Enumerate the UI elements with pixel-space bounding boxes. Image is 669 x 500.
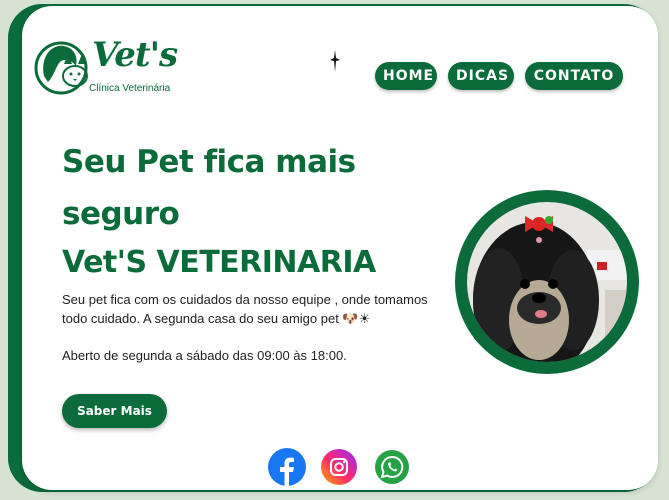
instagram-icon[interactable]: [320, 448, 358, 486]
hero-title-line2: seguro: [62, 196, 180, 232]
nav-home-button[interactable]: HOME: [375, 62, 437, 90]
hero-title-line1: Seu Pet fica mais: [62, 144, 356, 180]
pet-photo: [455, 190, 639, 374]
nav-dicas-button[interactable]: DICAS: [448, 62, 514, 90]
nav-contato-button[interactable]: CONTATO: [525, 62, 623, 90]
opening-hours: Aberto de segunda a sábado das 09:00 às …: [62, 348, 347, 363]
saber-mais-button[interactable]: Saber Mais: [62, 394, 167, 428]
facebook-icon[interactable]: [268, 448, 306, 486]
brand-subtitle: Clínica Veterinária: [89, 83, 171, 94]
hero-title: Seu Pet fica mais seguro: [62, 136, 422, 240]
hero-subtitle: Vet'S VETERINARIA: [62, 245, 376, 280]
hero-description: Seu pet fica com os cuidados da nosso eq…: [62, 292, 428, 326]
brand-name: Vet's: [92, 35, 178, 75]
cursor-icon: [330, 50, 340, 72]
whatsapp-icon[interactable]: [373, 448, 411, 486]
